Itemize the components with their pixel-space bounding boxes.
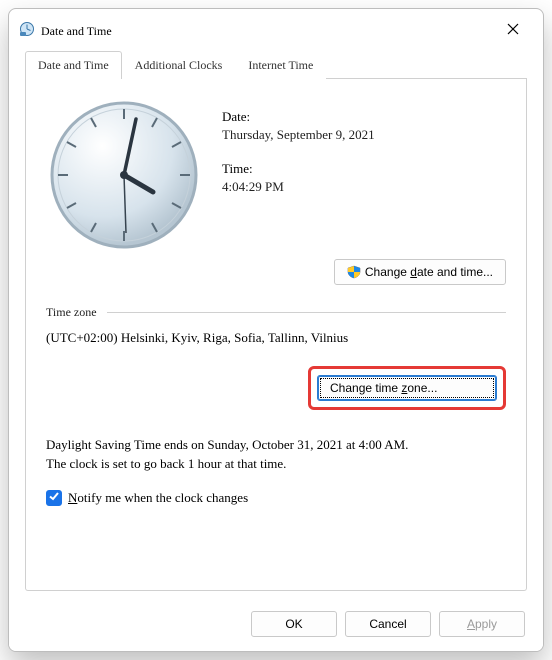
highlight-box: Change time zone... — [308, 366, 506, 410]
tab-internet-time[interactable]: Internet Time — [235, 51, 326, 79]
change-date-time-row: Change date and time... — [46, 259, 506, 285]
date-value: Thursday, September 9, 2021 — [222, 127, 375, 143]
date-label: Date: — [222, 109, 375, 125]
close-icon — [507, 23, 519, 39]
group-divider — [107, 312, 506, 313]
change-time-zone-row: Change time zone... — [46, 366, 506, 422]
time-zone-group: Time zone — [46, 305, 506, 320]
close-button[interactable] — [493, 17, 533, 45]
dst-info: Daylight Saving Time ends on Sunday, Oct… — [46, 436, 506, 474]
datetime-block: Date: Thursday, September 9, 2021 Time: … — [222, 97, 375, 253]
cancel-button[interactable]: Cancel — [345, 611, 431, 637]
analog-clock — [46, 97, 202, 253]
apply-button[interactable]: Apply — [439, 611, 525, 637]
tab-date-and-time[interactable]: Date and Time — [25, 51, 122, 79]
notify-row: Notify me when the clock changes — [46, 490, 506, 506]
date-and-time-window: Date and Time Date and Time Additional C… — [8, 8, 544, 652]
current-time-zone: (UTC+02:00) Helsinki, Kyiv, Riga, Sofia,… — [46, 330, 506, 346]
tab-bar: Date and Time Additional Clocks Internet… — [9, 51, 543, 79]
check-icon — [48, 490, 60, 506]
window-title: Date and Time — [41, 24, 112, 39]
time-value: 4:04:29 PM — [222, 179, 375, 195]
notify-checkbox[interactable] — [46, 490, 62, 506]
title-bar: Date and Time — [9, 9, 543, 51]
dst-line2: The clock is set to go back 1 hour at th… — [46, 455, 506, 474]
tab-additional-clocks[interactable]: Additional Clocks — [122, 51, 236, 79]
change-date-time-label: Change date and time... — [365, 265, 493, 279]
change-date-time-button[interactable]: Change date and time... — [334, 259, 506, 285]
time-zone-group-label: Time zone — [46, 305, 97, 320]
time-label: Time: — [222, 161, 375, 177]
uac-shield-icon — [347, 265, 361, 279]
tab-content: Date: Thursday, September 9, 2021 Time: … — [25, 79, 527, 591]
change-time-zone-button[interactable]: Change time zone... — [317, 375, 497, 401]
dst-line1: Daylight Saving Time ends on Sunday, Oct… — [46, 436, 506, 455]
change-time-zone-label: Change time zone... — [330, 381, 437, 395]
datetime-row: Date: Thursday, September 9, 2021 Time: … — [46, 97, 506, 253]
dialog-button-bar: OK Cancel Apply — [9, 601, 543, 651]
ok-button[interactable]: OK — [251, 611, 337, 637]
app-icon — [19, 21, 35, 41]
notify-label[interactable]: Notify me when the clock changes — [68, 490, 248, 506]
